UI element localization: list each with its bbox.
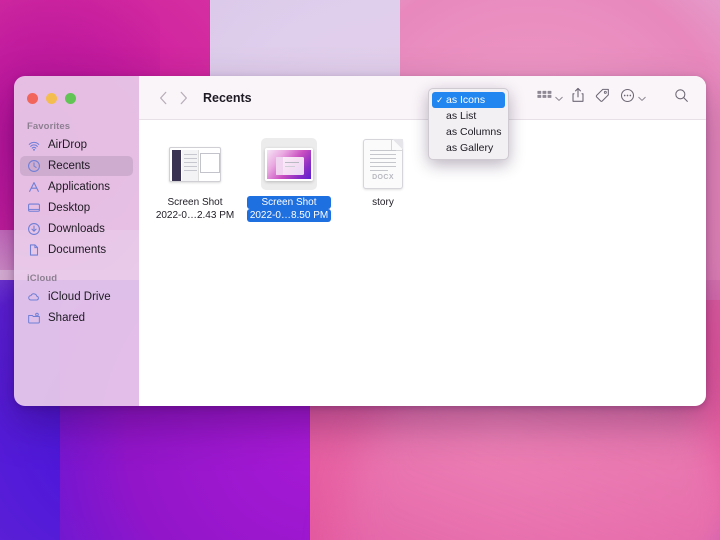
desktop: Favorites AirDrop Recents <box>0 0 720 540</box>
sidebar-item-airdrop[interactable]: AirDrop <box>20 135 133 155</box>
chevron-down-icon <box>638 89 646 107</box>
docx-document-icon: DOCX <box>363 139 403 189</box>
search-button[interactable] <box>670 86 693 110</box>
menu-item-label: as Gallery <box>446 142 493 154</box>
document-icon <box>27 243 41 257</box>
share-icon <box>571 87 585 108</box>
minimize-button[interactable] <box>46 93 57 104</box>
clock-icon <box>27 159 41 173</box>
more-ellipsis-icon <box>620 88 635 108</box>
sidebar-item-label: Downloads <box>48 223 105 235</box>
main-pane: Recents <box>139 76 706 406</box>
group-by-icon <box>537 89 552 107</box>
toolbar-actions <box>533 86 693 110</box>
sidebar-item-label: Recents <box>48 160 90 172</box>
share-button[interactable] <box>567 86 589 110</box>
chevron-down-icon <box>555 89 563 107</box>
file-thumbnail <box>261 138 317 190</box>
sidebar-item-desktop[interactable]: Desktop <box>20 198 133 218</box>
window-controls <box>14 82 139 104</box>
file-item[interactable]: DOCX story <box>341 134 425 212</box>
file-thumbnail <box>167 138 223 190</box>
menu-item-label: as Icons <box>446 94 485 106</box>
menu-item-label: as Columns <box>446 126 501 138</box>
cloud-icon <box>27 290 41 304</box>
more-actions-button[interactable] <box>616 86 648 110</box>
view-options-menu: ✓ as Icons as List as Columns as Gallery <box>428 88 509 160</box>
file-name-line1: Screen Shot <box>153 196 237 209</box>
toolbar: Recents <box>139 76 706 120</box>
file-name-line1: Screen Shot <box>247 196 331 209</box>
menu-item-as-list[interactable]: as List <box>432 108 505 124</box>
sidebar-item-downloads[interactable]: Downloads <box>20 219 133 239</box>
finder-window: Favorites AirDrop Recents <box>14 76 706 406</box>
file-item[interactable]: Screen Shot 2022-0…2.43 PM <box>153 134 237 225</box>
file-name-line2: 2022-0…8.50 PM <box>247 209 331 222</box>
sidebar: Favorites AirDrop Recents <box>14 76 139 406</box>
forward-button[interactable] <box>173 87 193 109</box>
close-button[interactable] <box>27 93 38 104</box>
file-name: Screen Shot 2022-0…8.50 PM <box>247 196 331 222</box>
sidebar-item-documents[interactable]: Documents <box>20 240 133 260</box>
sidebar-item-applications[interactable]: Applications <box>20 177 133 197</box>
back-button[interactable] <box>153 87 173 109</box>
search-icon <box>674 88 689 108</box>
sidebar-section-favorites: Favorites <box>14 121 139 135</box>
sidebar-item-recents[interactable]: Recents <box>20 156 133 176</box>
page-title: Recents <box>203 91 252 105</box>
menu-item-as-columns[interactable]: as Columns <box>432 124 505 140</box>
sidebar-item-label: Shared <box>48 312 85 324</box>
sidebar-item-icloud-drive[interactable]: iCloud Drive <box>20 287 133 307</box>
menu-item-as-icons[interactable]: ✓ as Icons <box>432 92 505 108</box>
file-thumbnail: DOCX <box>355 138 411 190</box>
file-name-line2: 2022-0…2.43 PM <box>153 209 237 222</box>
file-grid: Screen Shot 2022-0…2.43 PM <box>139 120 706 406</box>
file-item-selected[interactable]: Screen Shot 2022-0…8.50 PM <box>247 134 331 225</box>
sidebar-item-label: iCloud Drive <box>48 291 111 303</box>
file-name: Screen Shot 2022-0…2.43 PM <box>153 196 237 222</box>
checkmark-icon: ✓ <box>436 95 446 106</box>
file-name: story <box>369 196 397 209</box>
menu-item-label: as List <box>446 110 476 122</box>
sidebar-item-label: Desktop <box>48 202 90 214</box>
shared-folder-icon <box>27 311 41 325</box>
screenshot-thumbnail-icon <box>169 147 221 182</box>
file-name-line1: story <box>369 196 397 209</box>
menu-item-as-gallery[interactable]: as Gallery <box>432 140 505 156</box>
desktop-icon <box>27 201 41 215</box>
docx-badge: DOCX <box>364 174 402 181</box>
tag-icon <box>595 88 610 108</box>
sidebar-item-label: Applications <box>48 181 110 193</box>
tag-button[interactable] <box>591 86 614 110</box>
download-icon <box>27 222 41 236</box>
sidebar-item-label: Documents <box>48 244 106 256</box>
sidebar-section-icloud: iCloud <box>14 273 139 287</box>
group-by-button[interactable] <box>533 86 565 110</box>
screenshot-thumbnail-icon <box>265 148 313 181</box>
maximize-button[interactable] <box>65 93 76 104</box>
sidebar-item-label: AirDrop <box>48 139 87 151</box>
airdrop-icon <box>27 138 41 152</box>
applications-icon <box>27 180 41 194</box>
sidebar-item-shared[interactable]: Shared <box>20 308 133 328</box>
